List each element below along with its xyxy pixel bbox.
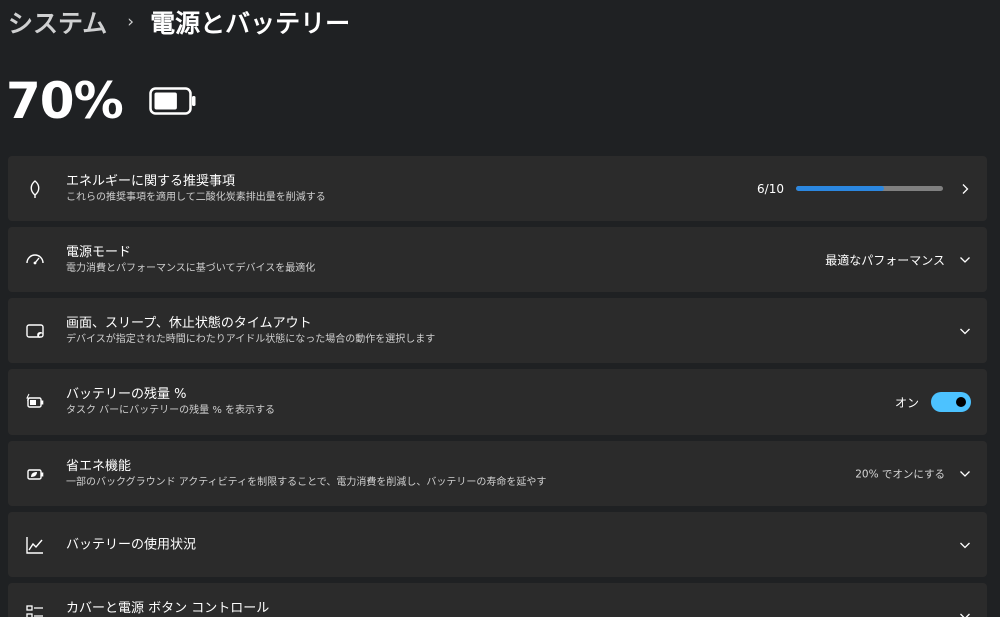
energy-recommendations-description: これらの推奨事項を適用して二酸化炭素排出量を削減する <box>66 191 326 203</box>
chevron-right-icon <box>962 183 969 194</box>
battery-usage-title: バッテリーの使用状況 <box>66 537 197 552</box>
toggle-knob <box>956 397 966 407</box>
page-title: 電源とバッテリー <box>150 9 351 38</box>
chevron-down-icon[interactable] <box>959 468 971 480</box>
screen-sleep-timeout-card[interactable]: 画面、スリープ、休止状態のタイムアウト デバイスが指定された時間にわたりアイドル… <box>8 298 987 363</box>
energy-saver-card[interactable]: 省エネ機能 一部のバックグラウンド アクティビティを制限することで、電力消費を削… <box>8 441 987 506</box>
energy-recommendations-title: エネルギーに関する推奨事項 <box>66 173 236 189</box>
battery-icon <box>148 87 196 115</box>
energy-saver-description: 一部のバックグラウンド アクティビティを制限することで、電力消費を削減し、バッテ… <box>66 476 547 488</box>
power-mode-title: 電源モード <box>66 244 132 260</box>
lid-power-controls-card[interactable]: カバーと電源 ボタン コントロール <box>8 583 987 617</box>
recommendations-progress-fill <box>796 186 885 191</box>
battery-saver-icon <box>27 468 44 480</box>
leaf-icon <box>30 179 40 198</box>
battery-percentage-toggle[interactable] <box>931 392 971 412</box>
battery-percent: 70% <box>6 72 124 130</box>
battery-level-fill <box>154 92 177 110</box>
screen-sleep-icon <box>26 323 44 338</box>
lid-power-controls-title: カバーと電源 ボタン コントロール <box>66 601 270 616</box>
battery-summary: 70% <box>6 66 197 136</box>
battery-percentage-title: バッテリーの残量 % <box>66 387 187 402</box>
chevron-down-icon[interactable] <box>959 610 971 617</box>
battery-percentage-toggle-label: オン <box>894 395 919 410</box>
chart-line-icon <box>26 536 43 554</box>
battery-percentage-card: バッテリーの残量 % タスク バーにバッテリーの残量 % を表示する オン <box>8 369 987 435</box>
battery-usage-card[interactable]: バッテリーの使用状況 <box>8 512 987 577</box>
power-mode-card[interactable]: 電源モード 電力消費とパフォーマンスに基づいてデバイスを最適化 最適なパフォーマ… <box>8 227 987 292</box>
breadcrumb-separator: › <box>127 12 135 32</box>
chevron-down-icon <box>960 257 970 263</box>
power-mode-dropdown[interactable]: 最適なパフォーマンス <box>825 251 945 268</box>
chevron-down-icon[interactable] <box>959 539 971 551</box>
energy-saver-title: 省エネ機能 <box>66 458 132 474</box>
power-mode-description: 電力消費とパフォーマンスに基づいてデバイスを最適化 <box>66 262 316 274</box>
screen-sleep-title: 画面、スリープ、休止状態のタイムアウト <box>66 315 312 331</box>
settings-page: システム › 電源とバッテリー 70% エネルギーに関する推奨事項 これらの推奨… <box>0 0 1000 617</box>
recommendations-progress-label: 6/10 <box>757 181 784 196</box>
screen-sleep-description: デバイスが指定された時間にわたりアイドル状態になった場合の動作を選択します <box>66 333 436 345</box>
controls-icon <box>26 605 43 617</box>
battery-percentage-description: タスク バーにバッテリーの残量 % を表示する <box>66 405 276 416</box>
battery-charging-icon <box>26 393 44 408</box>
energy-saver-threshold: 20% でオンにする <box>855 468 945 480</box>
recommendations-progress-bar <box>796 186 943 191</box>
breadcrumb-system-link[interactable]: システム <box>8 4 107 40</box>
energy-recommendations-card[interactable]: エネルギーに関する推奨事項 これらの推奨事項を適用して二酸化炭素排出量を削減する… <box>8 156 987 221</box>
gauge-icon <box>26 253 44 264</box>
chevron-down-icon[interactable] <box>959 325 971 337</box>
breadcrumb: システム › 電源とバッテリー <box>8 4 350 40</box>
